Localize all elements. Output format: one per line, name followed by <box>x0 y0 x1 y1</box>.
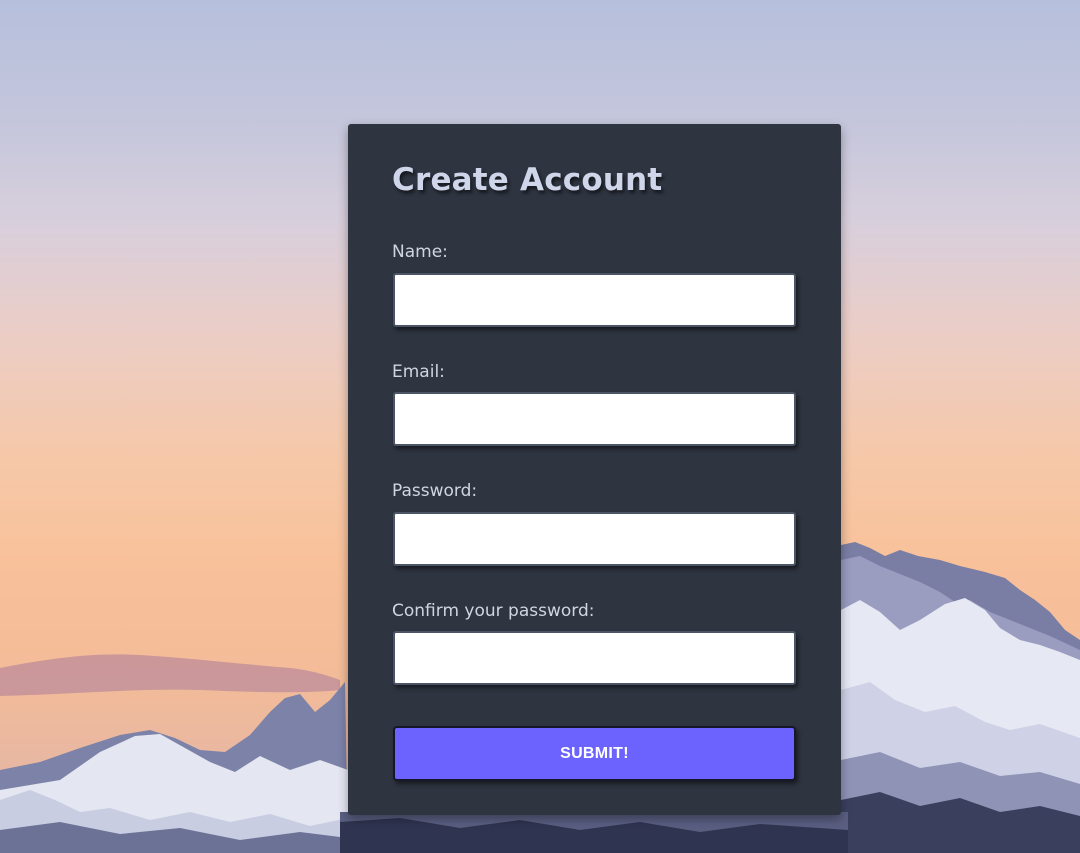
create-account-card: Create Account Name: Email: Password: Co… <box>348 124 841 815</box>
email-input[interactable] <box>393 392 796 446</box>
submit-button[interactable]: SUBMIT! <box>393 726 796 781</box>
email-label: Email: <box>392 362 445 382</box>
form-title: Create Account <box>392 162 663 198</box>
name-input[interactable] <box>393 273 796 327</box>
confirm-password-input[interactable] <box>393 631 796 685</box>
password-label: Password: <box>392 481 478 501</box>
name-label: Name: <box>392 242 448 262</box>
password-input[interactable] <box>393 512 796 566</box>
confirm-password-label: Confirm your password: <box>392 601 595 621</box>
